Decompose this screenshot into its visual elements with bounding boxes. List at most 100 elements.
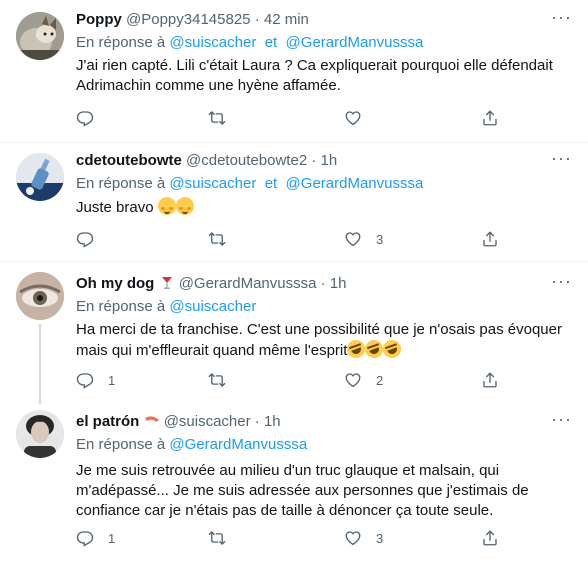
tweet-actions: 3: [76, 229, 516, 249]
reply-icon: [76, 529, 94, 547]
tweet-header: Poppy @Poppy34145825 · 42 min ···: [76, 8, 576, 30]
tweet-el-patron[interactable]: el patrón @suiscacher · 1h ··· En répons…: [0, 404, 588, 566]
retweet-button[interactable]: [208, 108, 240, 128]
mention-joiner: et: [264, 175, 278, 192]
timestamp[interactable]: 42 min: [264, 11, 309, 28]
reply-button[interactable]: [76, 229, 108, 249]
tweet-text-line: Je me suis retrouvée au milieu d'un truc…: [76, 462, 500, 479]
retweet-button[interactable]: [208, 229, 240, 249]
like-button[interactable]: 3: [344, 229, 383, 249]
tweet-text-line: J'ai rien capté. Lili c'était Laura ? Ca…: [76, 57, 553, 74]
tweet-text: Ha merci de ta franchise. C'est une poss…: [76, 320, 576, 361]
reply-button[interactable]: 1: [76, 370, 115, 390]
timestamp[interactable]: 1h: [321, 152, 338, 169]
like-button[interactable]: [344, 108, 376, 128]
share-button[interactable]: [481, 108, 499, 128]
tweet-actions: 1 2: [76, 370, 516, 390]
avatar[interactable]: [16, 410, 64, 458]
thread-connector: [39, 324, 41, 404]
mention-joiner: et: [264, 34, 278, 51]
display-name[interactable]: Oh my dog: [76, 275, 154, 292]
reply-prefix: En réponse à: [76, 175, 166, 192]
retweet-button[interactable]: [208, 370, 240, 390]
tweet-text-line: Ha merci de ta franchise. C'est une poss…: [76, 321, 562, 338]
reply-prefix: En réponse à: [76, 298, 166, 315]
avatar[interactable]: [16, 12, 64, 60]
reply-prefix: En réponse à: [76, 436, 166, 453]
share-button[interactable]: [481, 229, 499, 249]
avatar-eye-image: [16, 272, 64, 320]
mention-link[interactable]: @suiscacher: [169, 298, 256, 315]
heart-icon: [344, 529, 362, 547]
tweet-text: Je me suis retrouvée au milieu d'un truc…: [76, 461, 576, 521]
more-options-icon[interactable]: ···: [551, 149, 572, 167]
reply-icon: [76, 371, 94, 389]
tweet-text-line: confiance car je n'étais pas de taille à…: [76, 502, 494, 519]
display-name[interactable]: el patrón: [76, 413, 139, 430]
tweet-actions: [76, 108, 516, 128]
user-handle[interactable]: @Poppy34145825: [126, 11, 251, 28]
avatar-person-image: [16, 410, 64, 458]
like-button[interactable]: 2: [344, 370, 383, 390]
mention-link[interactable]: @suiscacher: [169, 34, 256, 51]
heart-icon: [344, 371, 362, 389]
separator-dot: ·: [320, 275, 326, 292]
retweet-icon: [208, 109, 226, 127]
tweet-cdetoutebowte[interactable]: cdetoutebowte @cdetoutebowte2 · 1h ··· E…: [0, 143, 588, 261]
retweet-button[interactable]: [208, 528, 240, 548]
heart-icon: [344, 109, 362, 127]
more-options-icon[interactable]: ···: [551, 410, 572, 428]
like-count: 3: [376, 530, 384, 546]
user-handle[interactable]: @GerardManvusssa: [179, 275, 317, 292]
avatar-bottle-image: [16, 153, 64, 201]
reply-count: 1: [108, 372, 116, 388]
cocktail-emoji-icon: [161, 277, 172, 289]
reply-icon: [76, 230, 94, 248]
share-icon: [481, 371, 499, 389]
mention-link[interactable]: @GerardManvusssa: [286, 34, 424, 51]
retweet-icon: [208, 529, 226, 547]
avatar[interactable]: [16, 153, 64, 201]
reply-context: En réponse à @suiscacher et @GerardManvu…: [76, 174, 576, 194]
tweet-header: cdetoutebowte @cdetoutebowte2 · 1h ···: [76, 149, 576, 171]
tweet-header: Oh my dog @GerardManvusssa · 1h ···: [76, 272, 576, 294]
share-icon: [481, 230, 499, 248]
heart-icon: [344, 230, 362, 248]
timestamp[interactable]: 1h: [330, 275, 347, 292]
avatar[interactable]: [16, 272, 64, 320]
mention-link[interactable]: @suiscacher: [169, 175, 256, 192]
tweet-text-line: m'adépassé... Je me suis adressée aux pe…: [76, 482, 529, 499]
reply-button[interactable]: [76, 108, 108, 128]
smiling-face-icon: [157, 197, 176, 215]
reply-context: En réponse à @suiscacher et @GerardManvu…: [76, 33, 576, 53]
rofl-emoji-icon: [380, 337, 404, 361]
reply-context: En réponse à @GerardManvusssa: [76, 435, 576, 455]
mention-link[interactable]: @GerardManvusssa: [169, 436, 307, 453]
tweet-text: Juste bravo: [76, 197, 576, 218]
share-button[interactable]: [481, 370, 499, 390]
tweet-text-line: Juste bravo: [76, 199, 154, 216]
boomerang-emoji-icon: [144, 416, 159, 422]
separator-dot: ·: [254, 413, 260, 430]
share-button[interactable]: [481, 528, 499, 548]
tweet-oh-my-dog[interactable]: Oh my dog @GerardManvusssa · 1h ··· En r…: [0, 262, 588, 404]
tweet-poppy[interactable]: Poppy @Poppy34145825 · 42 min ··· En rép…: [0, 0, 588, 140]
user-handle[interactable]: @suiscacher: [164, 413, 251, 430]
tweet-text-line: Adrimachin comme une hyène affamée.: [76, 77, 341, 94]
retweet-icon: [208, 371, 226, 389]
display-name[interactable]: cdetoutebowte: [76, 152, 182, 169]
tweet-text-line: mais qui m'effleurait quand même l'espri…: [76, 342, 348, 359]
like-count: 2: [376, 372, 384, 388]
share-icon: [481, 529, 499, 547]
timestamp[interactable]: 1h: [264, 413, 281, 430]
more-options-icon[interactable]: ···: [551, 272, 572, 290]
mention-link[interactable]: @GerardManvusssa: [286, 175, 424, 192]
display-name[interactable]: Poppy: [76, 11, 122, 28]
user-handle[interactable]: @cdetoutebowte2: [186, 152, 307, 169]
like-button[interactable]: 3: [344, 528, 383, 548]
reply-prefix: En réponse à: [76, 34, 166, 51]
reply-count: 1: [108, 530, 116, 546]
smiling-face-icon: [175, 197, 194, 215]
more-options-icon[interactable]: ···: [551, 8, 572, 26]
reply-button[interactable]: 1: [76, 528, 115, 548]
